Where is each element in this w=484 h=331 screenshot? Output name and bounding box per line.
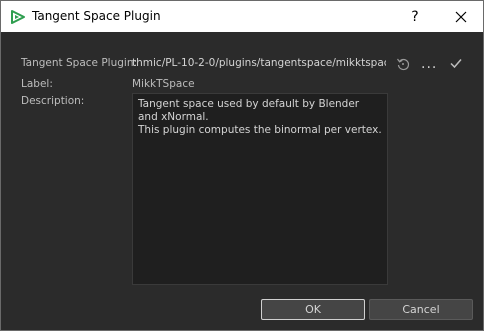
title-bar: Tangent Space Plugin ? (1, 1, 483, 32)
reset-icon[interactable] (395, 56, 411, 72)
dialog-window: Tangent Space Plugin ? Tangent Space Plu… (0, 0, 484, 331)
label-field-label: Label: (21, 78, 53, 90)
check-icon[interactable] (448, 55, 464, 71)
dialog-body: Tangent Space Plugin: thmic/PL-10-2-0/pl… (1, 32, 483, 330)
plugin-path-field[interactable]: thmic/PL-10-2-0/plugins/tangentspace/mik… (132, 57, 386, 69)
app-icon (11, 10, 25, 24)
window-title: Tangent Space Plugin (32, 9, 161, 23)
description-field-label: Description: (21, 95, 85, 107)
browse-button[interactable]: ... (421, 56, 437, 72)
close-icon[interactable] (445, 5, 477, 29)
cancel-button[interactable]: Cancel (369, 299, 473, 320)
ok-button[interactable]: OK (261, 299, 365, 320)
help-button[interactable]: ? (399, 5, 431, 29)
label-value: MikkTSpace (132, 78, 195, 90)
description-textarea[interactable]: Tangent space used by default by Blender… (132, 93, 388, 285)
plugin-field-label: Tangent Space Plugin: (21, 57, 138, 69)
